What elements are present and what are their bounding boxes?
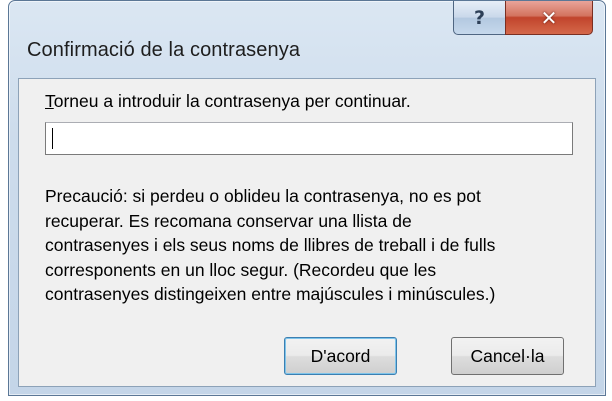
dialog-title: Confirmació de la contrasenya [27,39,301,61]
password-warning-text: Precaució: si perdeu o oblideu la contra… [45,186,496,304]
text-caret [52,128,53,149]
prompt-label-text: orneu a introduir la contrasenya per con… [53,91,411,111]
help-button[interactable]: ? [453,1,505,35]
dialog-body: Torneu a introduir la contrasenya per co… [18,78,596,387]
close-icon: ✕ [540,5,558,30]
ok-button[interactable]: D'acord [284,337,397,375]
close-button[interactable]: ✕ [505,1,593,35]
help-icon: ? [473,6,486,29]
prompt-mnemonic: T [45,91,54,111]
cancel-button[interactable]: Cancel·la [451,337,564,375]
password-confirmation-dialog: Confirmació de la contrasenya ? ✕ Torneu… [8,0,606,396]
caption-buttons: ? ✕ [453,1,593,37]
password-prompt-label: Torneu a introduir la contrasenya per co… [45,91,411,112]
password-input[interactable] [45,122,573,155]
title-bar[interactable]: Confirmació de la contrasenya ? ✕ [9,1,605,79]
